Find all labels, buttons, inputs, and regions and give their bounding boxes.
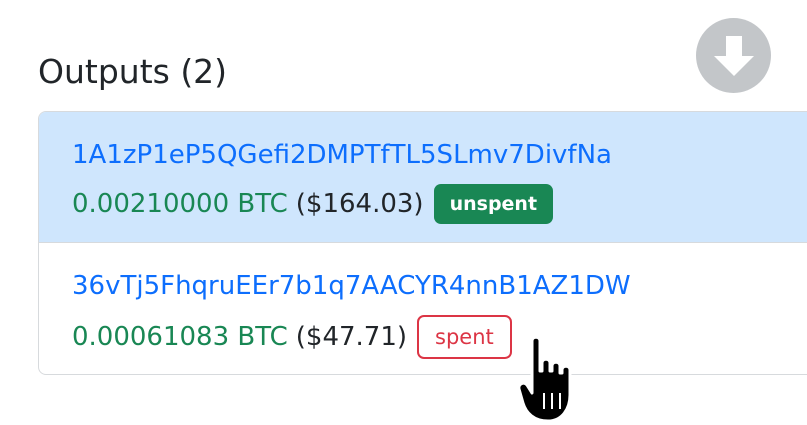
outputs-panel: Outputs (2) 1A1zP1eP5QGefi2DMPTfTL5SLmv7… [0, 0, 807, 425]
output-amount-line: 0.00210000 BTC ($164.03) unspent [72, 184, 554, 224]
arrow-down-icon [713, 35, 754, 76]
status-badge-unspent[interactable]: unspent [433, 184, 554, 224]
status-badge-spent[interactable]: spent [417, 315, 512, 359]
outputs-list: 1A1zP1eP5QGefi2DMPTfTL5SLmv7DivfNa 0.002… [38, 111, 807, 375]
output-row[interactable]: 36vTj5FhqruEEr7b1q7AACYR4nnB1AZ1DW 0.000… [39, 243, 807, 374]
output-amount-line: 0.00061083 BTC ($47.71) spent [72, 315, 512, 359]
btc-amount: 0.00210000 BTC [72, 189, 288, 219]
download-button[interactable] [696, 18, 771, 93]
output-row[interactable]: 1A1zP1eP5QGefi2DMPTfTL5SLmv7DivfNa 0.002… [39, 112, 807, 243]
hand-pointer-icon [518, 335, 572, 423]
usd-amount: ($164.03) [295, 189, 424, 219]
output-address-link[interactable]: 36vTj5FhqruEEr7b1q7AACYR4nnB1AZ1DW [72, 269, 631, 303]
output-address-link[interactable]: 1A1zP1eP5QGefi2DMPTfTL5SLmv7DivfNa [72, 138, 612, 172]
btc-amount: 0.00061083 BTC [72, 322, 288, 352]
section-title: Outputs (2) [38, 52, 228, 91]
usd-amount: ($47.71) [295, 322, 408, 352]
